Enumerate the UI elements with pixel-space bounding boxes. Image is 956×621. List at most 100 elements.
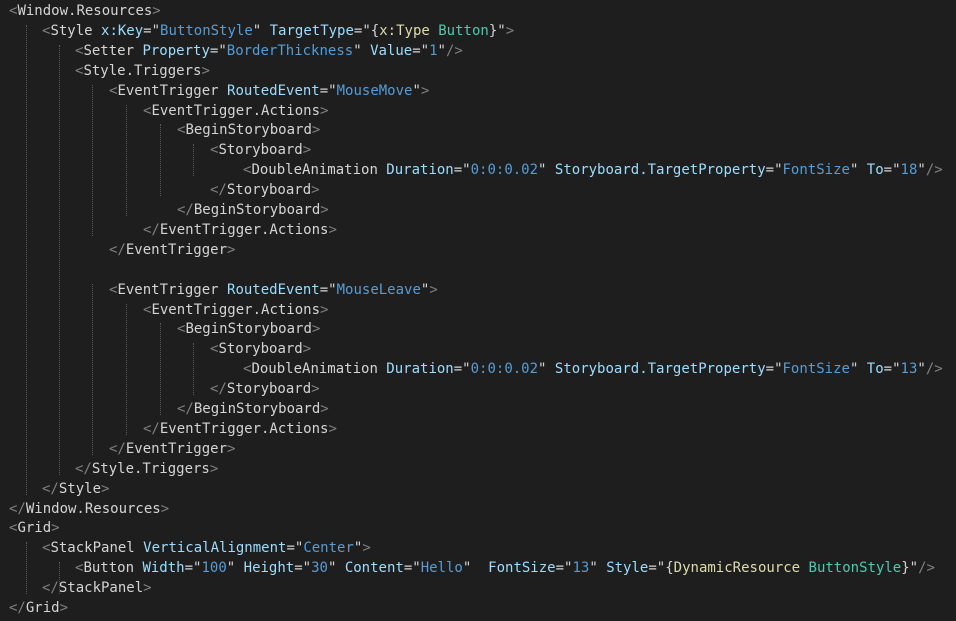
indent-guide [193,144,194,177]
code-line[interactable]: </BeginStoryboard> [177,200,329,220]
code-token: " [362,22,371,39]
code-token: Style.Triggers [91,460,210,477]
code-line[interactable]: <Button Width="100" Height="30" Content=… [75,558,935,578]
code-line[interactable]: <EventTrigger.Actions> [143,300,328,320]
code-token: Style [58,480,102,497]
code-line[interactable]: <EventTrigger.Actions> [143,101,328,121]
code-token: </ [109,440,126,457]
code-token: StackPanel [58,580,144,597]
code-line[interactable]: <BeginStoryboard> [177,120,320,140]
code-token: EventTrigger [117,82,228,99]
indent-guide [92,84,93,236]
code-token: " [252,22,270,39]
code-line[interactable]: <Storyboard> [210,140,311,160]
code-line[interactable]: <StackPanel VerticalAlignment="Center"> [42,538,371,558]
code-line[interactable]: </Window.Resources> [9,499,169,519]
code-token: " [892,361,901,378]
code-token: > [328,420,337,437]
code-editor[interactable]: <Window.Resources> <Style x:Key="ButtonSt… [0,0,956,621]
code-token: > [320,401,329,417]
code-token: " [328,82,337,99]
code-token: > [227,440,236,457]
code-token: " [917,361,926,378]
code-token: Grid [25,600,60,616]
code-line[interactable]: </BeginStoryboard> [177,399,329,419]
code-line[interactable]: </EventTrigger.Actions> [143,419,337,439]
code-token: ButtonStyle [808,560,902,577]
code-token: = [883,361,893,378]
code-token: To [866,361,884,378]
code-token: > [201,62,210,79]
code-token: 0:0:0.02 [470,162,539,179]
code-token: ButtonStyle [160,22,253,39]
code-token: Grid [17,520,52,537]
code-line[interactable]: </EventTrigger> [109,439,235,459]
code-token: DoubleAnimation [251,162,387,179]
code-token: /> [925,162,943,179]
code-token: Value [370,42,413,59]
code-line[interactable]: <Window.Resources> [9,1,161,21]
code-token: " [328,281,337,298]
code-line[interactable]: <EventTrigger RoutedEvent="MouseLeave"> [109,280,438,300]
code-token: Style.Triggers [83,62,202,79]
code-token: EventTrigger [125,241,228,258]
code-token: </ [210,381,227,398]
code-token: Button [438,22,489,39]
code-token: = [286,540,295,557]
code-token: BeginStoryboard [193,202,321,218]
code-token: Content [344,560,404,577]
code-token: Height [243,560,295,577]
code-token: Duration [386,162,454,179]
code-line[interactable]: </Style> [42,479,109,499]
code-line[interactable]: </EventTrigger.Actions> [143,220,337,240]
code-line[interactable]: <DoubleAnimation Duration="0:0:0.02" Sto… [243,160,943,180]
code-token: " [462,162,471,179]
code-line[interactable]: <Setter Property="BorderThickness" Value… [75,41,463,61]
code-token: " [892,162,901,179]
code-line[interactable]: <BeginStoryboard> [177,319,320,339]
code-token: </ [177,401,194,417]
indent-guide [126,303,127,435]
code-token: Window.Resources [25,500,161,517]
code-token: x:Type [379,22,439,39]
code-token: 100 [201,560,227,577]
code-line[interactable]: <Style.Triggers> [75,61,210,81]
code-token: = [453,361,463,378]
code-token: = [453,162,463,179]
code-line[interactable]: </Storyboard> [210,379,320,399]
code-token: BorderThickness [226,42,354,59]
code-token: " [589,560,607,577]
code-token: EventTrigger.Actions [151,102,321,119]
code-line[interactable]: <Grid> [9,518,60,538]
code-line[interactable]: <DoubleAnimation Duration="0:0:0.02" Sto… [243,359,943,379]
code-token: 13 [900,361,918,378]
code-line[interactable]: </Grid> [9,598,68,618]
code-line[interactable]: </EventTrigger> [109,240,235,260]
code-token: BeginStoryboard [193,401,321,417]
code-line[interactable]: </Style.Triggers> [75,459,218,479]
indent-guide [59,562,60,595]
code-token: " [327,560,345,577]
code-line[interactable]: </Storyboard> [210,180,320,200]
code-token: </ [143,221,160,238]
code-token: x:Key [101,22,144,39]
code-token: } [488,22,498,39]
code-token: > [160,500,170,517]
code-token: > [320,301,329,318]
code-token: > [59,600,69,616]
code-token: FontSize [782,361,850,378]
code-token: " [462,560,489,577]
code-token: Center [303,540,354,557]
code-token: </ [42,580,59,597]
code-token: = [294,560,303,577]
code-token: " [412,560,421,577]
code-line[interactable]: <Style x:Key="ButtonStyle" TargetType="{… [42,21,514,41]
code-line[interactable]: <Storyboard> [210,339,311,359]
code-token: { [370,22,380,39]
code-token: = [184,560,194,577]
code-token: " [412,82,421,99]
code-line[interactable]: <EventTrigger RoutedEvent="MouseMove"> [109,81,429,101]
indent-guide [92,283,93,455]
code-token: </ [210,182,227,199]
code-token: Duration [386,361,454,378]
